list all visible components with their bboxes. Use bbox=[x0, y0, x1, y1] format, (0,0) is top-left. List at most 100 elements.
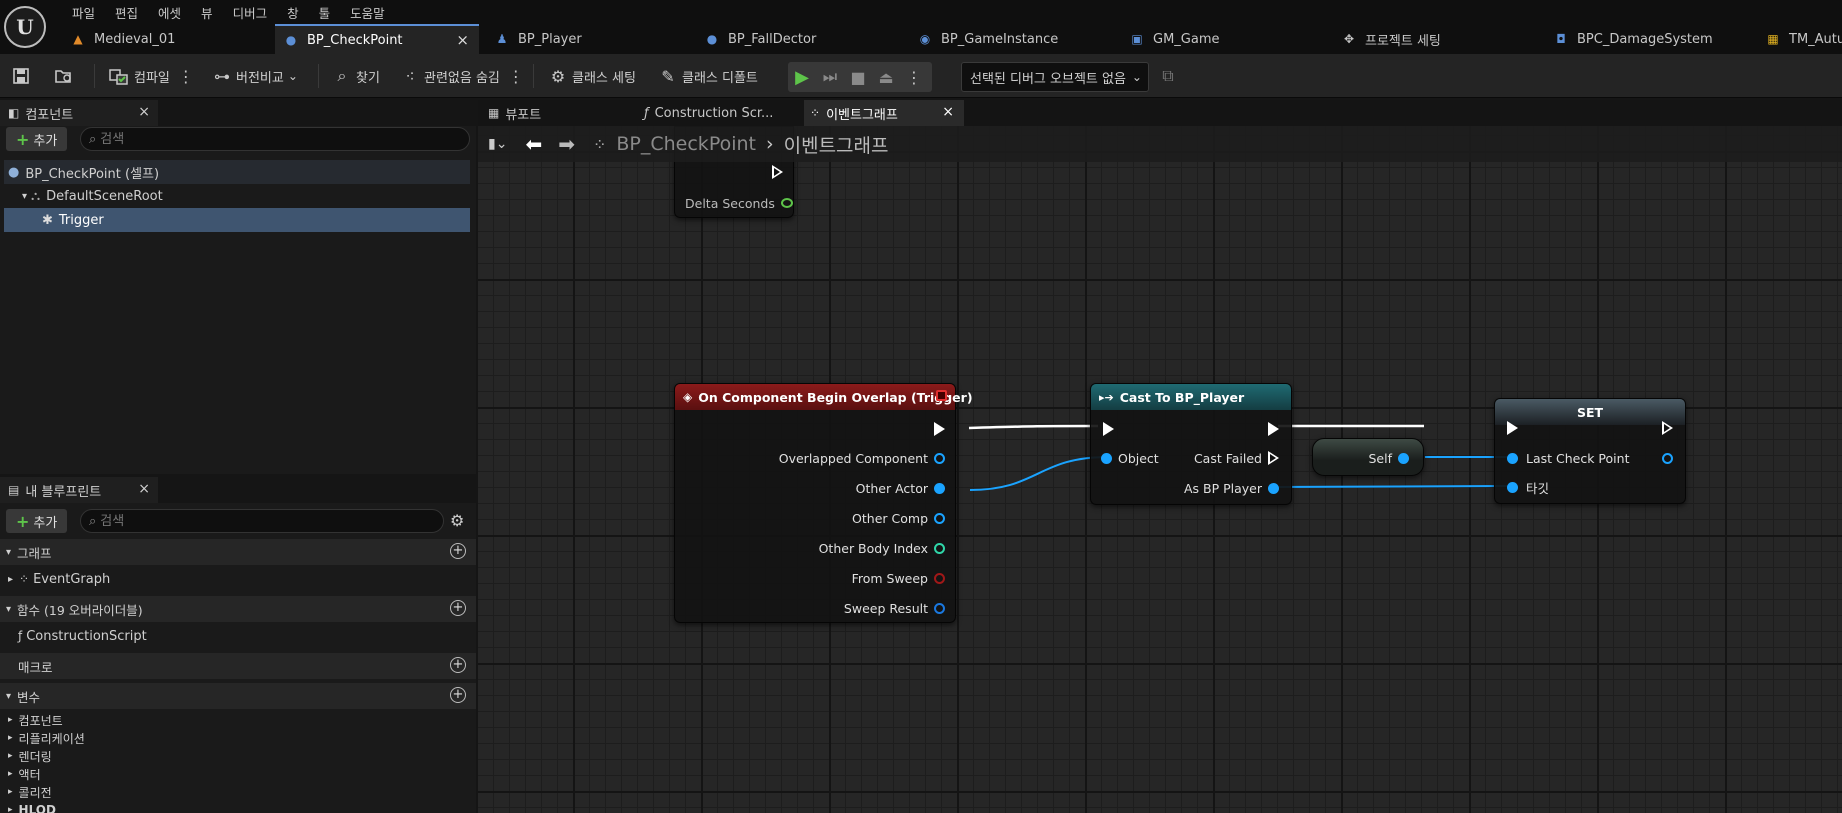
event-graph-canvas[interactable]: Delta Seconds ◈ On Component Begin Overl… bbox=[478, 126, 1842, 813]
tree-item-self[interactable]: ● BP_CheckPoint (셀프) bbox=[4, 160, 470, 184]
more-options-icon[interactable]: ⋮ bbox=[178, 67, 194, 86]
variable-category-rendering[interactable]: ▸ 렌더링 bbox=[0, 747, 476, 765]
exec-out-pin[interactable] bbox=[1662, 421, 1673, 435]
tab-bp-player[interactable]: ♟ BP_Player bbox=[494, 24, 582, 54]
back-arrow-icon[interactable]: ⬅ bbox=[525, 132, 542, 156]
pin-other-actor[interactable]: Other Actor bbox=[856, 479, 945, 497]
variable-category-hlod[interactable]: ▸ HLOD bbox=[0, 801, 476, 813]
exec-out-pin[interactable] bbox=[1268, 451, 1279, 465]
exec-in-pin[interactable] bbox=[1103, 422, 1114, 436]
section-functions[interactable]: ▾ 함수 (19 오버라이더블) + bbox=[0, 596, 476, 622]
object-pin-icon[interactable] bbox=[934, 512, 945, 524]
add-graph-icon[interactable]: + bbox=[450, 543, 466, 559]
bool-pin-icon[interactable] bbox=[934, 572, 945, 584]
blueprint-search[interactable]: ⌕ bbox=[80, 509, 444, 533]
pin-from-sweep[interactable]: From Sweep bbox=[852, 569, 945, 587]
close-icon[interactable]: × bbox=[456, 31, 469, 49]
tree-item-trigger[interactable]: ✱ Trigger bbox=[4, 208, 470, 232]
object-pin-icon[interactable] bbox=[934, 482, 945, 494]
pin-other-comp[interactable]: Other Comp bbox=[852, 509, 945, 527]
section-graphs[interactable]: ▾ 그래프 + bbox=[0, 539, 476, 565]
node-set-last-check-point[interactable]: SET Last Check Point 타깃 bbox=[1494, 398, 1686, 504]
menu-window[interactable]: 창 bbox=[277, 2, 309, 23]
blueprint-search-input[interactable] bbox=[100, 513, 443, 529]
breadcrumb-root[interactable]: BP_CheckPoint bbox=[616, 133, 756, 155]
delegate-pin-icon[interactable] bbox=[936, 390, 947, 401]
forward-arrow-icon[interactable]: ➡ bbox=[558, 132, 575, 156]
add-macro-icon[interactable]: + bbox=[450, 657, 466, 673]
class-settings-button[interactable]: ⚙ 클래스 세팅 bbox=[548, 54, 636, 98]
gear-icon[interactable]: ⚙ bbox=[450, 511, 464, 530]
tab-construction-script[interactable]: ƒ Construction Scr... bbox=[478, 100, 773, 126]
variable-category-actor[interactable]: ▸ 액터 bbox=[0, 765, 476, 783]
pin-as-bp-player[interactable]: As BP Player bbox=[1184, 479, 1279, 497]
class-defaults-button[interactable]: ✎ 클래스 디폴트 bbox=[658, 54, 758, 98]
add-component-button[interactable]: + 추가 bbox=[6, 127, 68, 151]
object-pin-icon[interactable] bbox=[1101, 452, 1112, 464]
tab-bp-checkpoint[interactable]: ● BP_CheckPoint × bbox=[275, 24, 479, 54]
struct-pin-icon[interactable] bbox=[934, 602, 945, 614]
hide-unrelated-button[interactable]: ⁖ 관련없음 숨김 ⋮ bbox=[400, 54, 524, 98]
int-pin-icon[interactable] bbox=[934, 542, 945, 554]
tab-medieval[interactable]: ▲ Medieval_01 bbox=[62, 24, 272, 54]
tree-item-default-scene-root[interactable]: ▾ ⛬ DefaultSceneRoot bbox=[4, 184, 470, 208]
tab-bp-falldector[interactable]: ● BP_FallDector bbox=[704, 24, 817, 54]
tab-bpc-damagesystem[interactable]: ◘ BPC_DamageSystem bbox=[1553, 24, 1712, 54]
component-search-input[interactable] bbox=[100, 131, 469, 147]
pin-object[interactable]: Object bbox=[1101, 449, 1159, 467]
float-pin-icon[interactable] bbox=[780, 198, 793, 208]
tab-project-settings[interactable]: ✥ 프로젝트 세팅 bbox=[1341, 24, 1441, 54]
component-search[interactable]: ⌕ bbox=[80, 127, 470, 151]
section-variables[interactable]: ▾ 변수 + bbox=[0, 683, 476, 709]
exec-in-pin[interactable] bbox=[1507, 421, 1518, 435]
expand-arrow-icon[interactable]: ▾ bbox=[22, 191, 27, 202]
tab-gm-game[interactable]: ▣ GM_Game bbox=[1129, 24, 1219, 54]
tab-event-graph[interactable]: ⁘ 이벤트그래프 × bbox=[804, 100, 964, 126]
object-pin-icon[interactable] bbox=[934, 452, 945, 464]
close-icon[interactable]: × bbox=[138, 104, 150, 120]
menu-asset[interactable]: 에셋 bbox=[148, 2, 191, 23]
section-macros[interactable]: 매크로 + bbox=[0, 653, 476, 679]
pin-cast-failed[interactable]: Cast Failed bbox=[1194, 449, 1279, 467]
more-options-icon[interactable]: ⋮ bbox=[508, 67, 524, 86]
menu-debug[interactable]: 디버그 bbox=[223, 2, 278, 23]
step-icon[interactable]: ⏭ bbox=[816, 67, 844, 87]
pin-self[interactable]: Self bbox=[1369, 449, 1409, 467]
pin-sweep-result[interactable]: Sweep Result bbox=[844, 599, 945, 617]
menu-file[interactable]: 파일 bbox=[62, 2, 105, 23]
object-pin-icon[interactable] bbox=[1507, 481, 1518, 493]
components-panel-tab[interactable]: ◧ 컴포넌트 × bbox=[0, 100, 158, 126]
close-icon[interactable]: × bbox=[942, 104, 954, 120]
tab-bp-gameinstance[interactable]: ◉ BP_GameInstance bbox=[917, 24, 1059, 54]
pin-last-check-point[interactable]: Last Check Point bbox=[1507, 449, 1629, 467]
list-item-construction-script[interactable]: ƒ ConstructionScript bbox=[0, 625, 476, 647]
exec-out-pin[interactable] bbox=[934, 422, 945, 436]
compile-button[interactable]: 컴파일 ⋮ bbox=[108, 54, 194, 98]
object-out-pin-icon[interactable] bbox=[1662, 453, 1673, 464]
variable-category-replication[interactable]: ▸ 리플리케이션 bbox=[0, 729, 476, 747]
node-on-component-begin-overlap[interactable]: ◈ On Component Begin Overlap (Trigger) O… bbox=[674, 383, 973, 623]
add-member-button[interactable]: + 추가 bbox=[6, 509, 68, 533]
unreal-logo-icon[interactable]: U bbox=[4, 6, 46, 48]
variable-category-components[interactable]: ▸ 컴포넌트 bbox=[0, 711, 476, 729]
browse-button[interactable] bbox=[54, 54, 74, 98]
exec-out-pin[interactable] bbox=[772, 165, 783, 179]
tab-tm-autu[interactable]: ▦ TM_Autu bbox=[1765, 24, 1842, 54]
exec-out-pin[interactable] bbox=[1268, 422, 1279, 436]
stop-icon[interactable]: ■ bbox=[844, 68, 872, 87]
find-button[interactable]: ⌕ 찾기 bbox=[332, 54, 380, 98]
node-cast-to-bp-player[interactable]: ▸➔ Cast To BP_Player Object Cast Failed … bbox=[1090, 383, 1292, 505]
object-pin-icon[interactable] bbox=[1268, 482, 1279, 494]
diff-button[interactable]: ⊶ 버전비교 ⌄ bbox=[212, 54, 298, 98]
variable-category-collision[interactable]: ▸ 콜리전 bbox=[0, 783, 476, 801]
add-function-icon[interactable]: + bbox=[450, 600, 466, 616]
menu-view[interactable]: 뷰 bbox=[191, 2, 223, 23]
debug-object-select[interactable]: 선택된 디버그 오브젝트 없음 ⌄ bbox=[961, 62, 1149, 92]
debug-filter-button[interactable]: ⧉ bbox=[1158, 54, 1182, 98]
menu-edit[interactable]: 편집 bbox=[105, 2, 148, 23]
pin-overlapped-component[interactable]: Overlapped Component bbox=[779, 449, 945, 467]
bookmark-icon[interactable]: ▮⌄ bbox=[488, 136, 507, 152]
pin-delta-seconds[interactable]: Delta Seconds bbox=[685, 194, 793, 212]
more-options-icon[interactable]: ⋮ bbox=[900, 68, 928, 87]
object-pin-icon[interactable] bbox=[1507, 452, 1518, 464]
